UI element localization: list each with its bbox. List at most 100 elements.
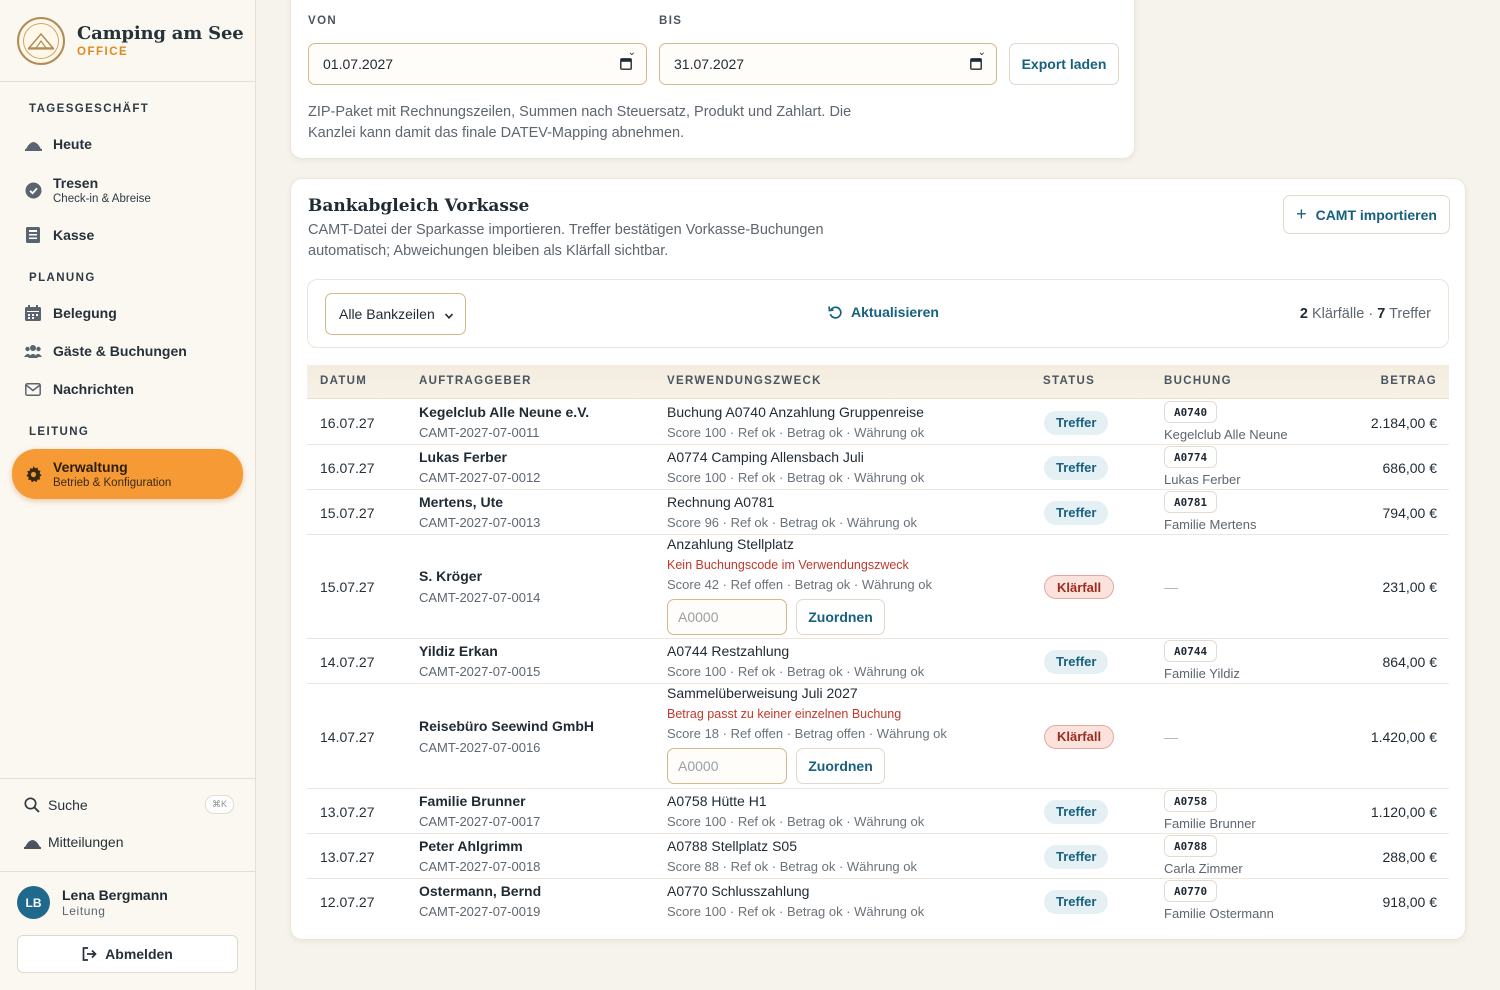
- booking-code-badge[interactable]: A0758: [1164, 790, 1218, 812]
- row-date: 16.07.27: [320, 459, 375, 476]
- sidebar-item-kasse[interactable]: Kasse: [12, 225, 243, 245]
- booking-code-badge[interactable]: A0781: [1164, 491, 1218, 513]
- row-payer-name: Reisebüro Seewind GmbH: [419, 717, 595, 734]
- treffer-label: Treffer: [1389, 306, 1431, 322]
- row-amount: 864,00 €: [1382, 653, 1438, 670]
- camping-logo-icon: [17, 16, 65, 65]
- from-date-value: 01.07.2027: [323, 56, 394, 72]
- sidebar-item-gaeste-buchungen[interactable]: Gäste & Buchungen: [12, 341, 243, 361]
- assign-button[interactable]: Zuordnen: [796, 599, 885, 635]
- gear-icon: [24, 465, 42, 483]
- row-purpose: Buchung A0740 Anzahlung Gruppenreise: [667, 404, 924, 420]
- logout-button[interactable]: Abmelden: [17, 935, 238, 973]
- row-purpose: A0788 Stellplatz S05: [667, 838, 797, 854]
- table-row: 12.07.27 Ostermann, Bernd CAMT-2027-07-001…: [307, 879, 1449, 924]
- sidebar-item-label: Belegung: [53, 305, 117, 321]
- row-score: Score 100 · Ref ok · Betrag ok · Währung…: [667, 904, 925, 919]
- row-camt-id: CAMT-2027-07-0018: [419, 859, 541, 874]
- filter-selected-value: Alle Bankzeilen: [339, 306, 435, 322]
- booking-code-badge[interactable]: A0770: [1164, 880, 1218, 902]
- booking-guest-name: Kegelclub Alle Neune: [1164, 427, 1288, 442]
- mail-icon: [24, 380, 42, 398]
- status-badge: Treffer: [1044, 500, 1109, 525]
- shortcut-badge: ⌘K: [204, 795, 234, 814]
- status-badge: Treffer: [1044, 889, 1109, 914]
- row-amount: 686,00 €: [1382, 459, 1438, 476]
- status-badge: Treffer: [1044, 410, 1109, 435]
- section-label-leitung: LEITUNG: [29, 426, 90, 438]
- avatar: LB: [17, 886, 50, 919]
- sidebar-item-heute[interactable]: Heute: [12, 134, 243, 154]
- booking-code-input[interactable]: A0000: [667, 599, 787, 635]
- user-profile[interactable]: LB Lena Bergmann Leitung: [17, 886, 168, 919]
- refresh-button[interactable]: Aktualisieren: [828, 304, 939, 320]
- card-description-line: CAMT-Datei der Sparkasse importieren. Tr…: [308, 222, 824, 238]
- camt-import-button[interactable]: + CAMT importieren: [1283, 195, 1450, 234]
- sidebar-item-label: Heute: [53, 136, 92, 152]
- booking-code-badge[interactable]: A0744: [1164, 640, 1218, 662]
- status-badge: Treffer: [1044, 455, 1109, 480]
- row-date: 15.07.27: [320, 504, 375, 521]
- row-score: Score 100 · Ref ok · Betrag ok · Währung…: [667, 425, 925, 440]
- table-row: 14.07.27 Yildiz Erkan CAMT-2027-07-0015 A07…: [307, 639, 1449, 684]
- table-row: 15.07.27 S. Kröger CAMT-2027-07-0014 Anzahl…: [307, 535, 1449, 639]
- register-icon: [24, 226, 42, 244]
- export-hint-line: ZIP-Paket mit Rechnungszeilen, Summen na…: [308, 104, 852, 120]
- row-date: 12.07.27: [320, 893, 375, 910]
- row-date: 16.07.27: [320, 414, 375, 431]
- search-link[interactable]: Suche ⌘K: [24, 795, 234, 814]
- check-circle-icon: [24, 181, 42, 199]
- row-score: Score 18 · Ref offen · Betrag offen · Wä…: [667, 726, 947, 741]
- column-header-datum: DATUM: [320, 375, 368, 387]
- row-payer-name: Lukas Ferber: [419, 449, 507, 465]
- plus-icon: +: [1296, 204, 1307, 224]
- booking-code-badge[interactable]: A0788: [1164, 835, 1218, 857]
- notifications-label: Mitteilungen: [48, 834, 124, 850]
- row-date: 14.07.27: [320, 653, 375, 670]
- filter-bar: Alle Bankzeilen Aktualisieren 2 Klärfäll…: [307, 279, 1449, 348]
- notifications-link[interactable]: Mitteilungen: [24, 834, 234, 850]
- booking-guest-name: Familie Mertens: [1164, 517, 1257, 532]
- klaerfall-count: 2: [1299, 306, 1308, 322]
- booking-code-badge[interactable]: A0740: [1164, 401, 1218, 423]
- match-counts: 2 Klärfälle · 7 Treffer: [1300, 306, 1431, 322]
- sidebar-item-belegung[interactable]: Belegung: [12, 303, 243, 323]
- row-amount: 231,00 €: [1382, 579, 1438, 595]
- sidebar-item-label: Tresen: [53, 175, 99, 191]
- search-icon: [24, 796, 42, 813]
- bank-line-filter-select[interactable]: Alle Bankzeilen: [325, 293, 466, 335]
- row-purpose: Rechnung A0781: [667, 494, 775, 510]
- to-label: BIS: [659, 15, 683, 27]
- calendar-icon[interactable]: [620, 57, 632, 73]
- from-date-input[interactable]: 01.07.2027 ⌄: [308, 43, 647, 85]
- row-amount: 794,00 €: [1382, 504, 1438, 521]
- to-date-input[interactable]: 31.07.2027 ⌄: [659, 43, 997, 85]
- user-name: Lena Bergmann: [62, 887, 168, 903]
- sidebar-item-tresen[interactable]: Tresen Check-in & Abreise: [12, 174, 243, 206]
- booking-code-badge[interactable]: A0774: [1164, 446, 1218, 468]
- section-label-tagesgeschaeft: TAGESGESCHÄFT: [29, 103, 150, 115]
- export-button[interactable]: Export laden: [1009, 43, 1119, 85]
- sidebar-item-verwaltung[interactable]: Verwaltung Betrieb & Konfiguration: [12, 449, 243, 499]
- column-header-auftraggeber: AUFTRAGGEBER: [419, 375, 532, 387]
- row-purpose: A0774 Camping Allensbach Juli: [667, 449, 864, 465]
- row-amount: 918,00 €: [1382, 893, 1438, 910]
- row-score: Score 96 · Ref ok · Betrag ok · Währung …: [667, 515, 917, 530]
- card-description-line: automatisch; Abweichungen bleiben als Kl…: [308, 243, 669, 259]
- assign-button[interactable]: Zuordnen: [796, 748, 885, 784]
- brand-subtitle: OFFICE: [77, 46, 129, 58]
- bank-reconciliation-card: Bankabgleich Vorkasse CAMT-Datei der Spa…: [290, 178, 1466, 940]
- sidebar-item-nachrichten[interactable]: Nachrichten: [12, 379, 243, 399]
- calendar-icon[interactable]: [970, 57, 982, 73]
- chevron-down-icon: [444, 308, 454, 324]
- booking-code-input[interactable]: A0000: [667, 748, 787, 784]
- refresh-icon: [828, 305, 843, 319]
- row-amount: 288,00 €: [1382, 848, 1438, 865]
- brand-header: Camping am See OFFICE: [0, 0, 255, 82]
- no-booking-dash: —: [1164, 728, 1178, 745]
- row-date: 13.07.27: [320, 803, 375, 820]
- row-purpose: Sammelüberweisung Juli 2027: [667, 685, 858, 701]
- export-hint: ZIP-Paket mit Rechnungszeilen, Summen na…: [308, 102, 851, 144]
- row-payer-name: S. Kröger: [419, 568, 483, 584]
- row-camt-id: CAMT-2027-07-0011: [419, 425, 540, 440]
